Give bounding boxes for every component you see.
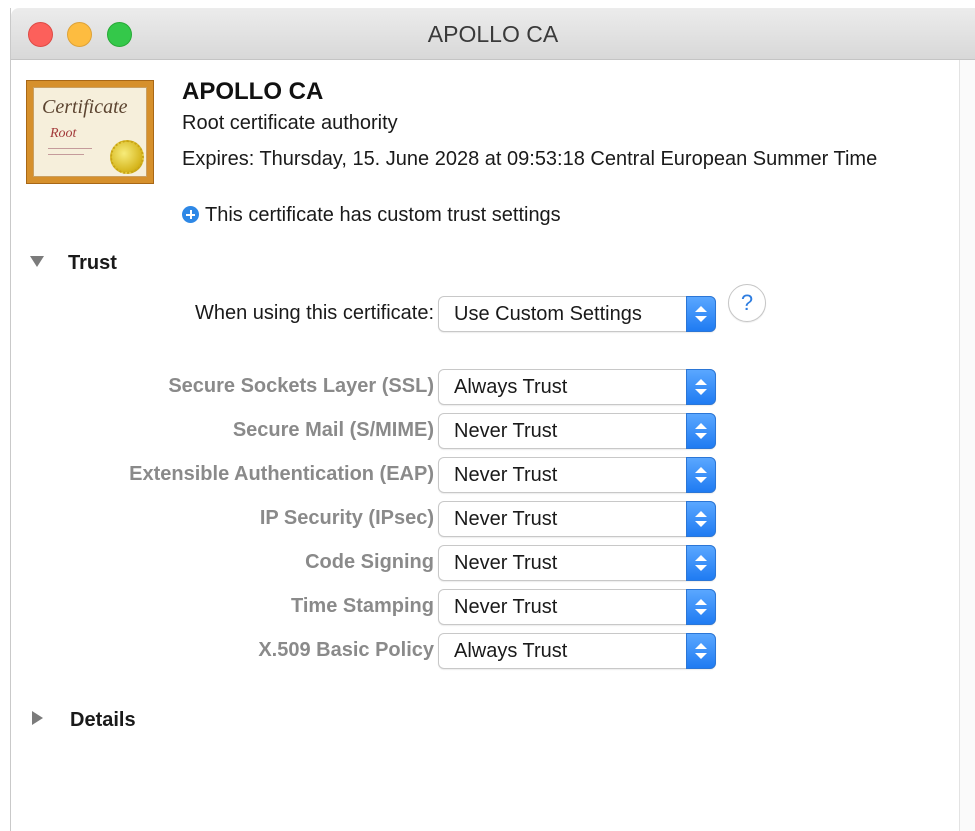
details-section-label: Details <box>70 709 136 731</box>
trust-row-value: Never Trust <box>454 552 558 574</box>
custom-trust-note: This certificate has custom trust settin… <box>182 204 561 227</box>
disclosure-triangle-down-icon[interactable] <box>30 256 44 267</box>
trust-row-label: IP Security (IPsec) <box>259 507 434 529</box>
time-stamping-trust-popup[interactable]: Never Trust <box>438 589 716 625</box>
trust-disclosure[interactable]: Trust <box>30 252 117 275</box>
trust-row-label: X.509 Basic Policy <box>258 639 434 661</box>
smime-trust-popup[interactable]: Never Trust <box>438 413 716 449</box>
certificate-name: APOLLO CA <box>182 78 324 105</box>
certificate-expiry: Expires: Thursday, 15. June 2028 at 09:5… <box>182 148 878 170</box>
details-disclosure[interactable]: Details <box>30 709 136 732</box>
popup-stepper-icon <box>686 633 716 669</box>
x509-trust-popup[interactable]: Always Trust <box>438 633 716 669</box>
certificate-seal-icon <box>110 140 144 174</box>
disclosure-triangle-right-icon[interactable] <box>32 711 43 725</box>
certificate-icon: Certificate Root <box>26 80 154 184</box>
code-signing-trust-popup[interactable]: Never Trust <box>438 545 716 581</box>
trust-row-label: Extensible Authentication (EAP) <box>129 463 434 485</box>
popup-stepper-icon <box>686 457 716 493</box>
popup-stepper-icon <box>686 545 716 581</box>
plus-circle-icon <box>182 206 199 223</box>
ipsec-trust-popup[interactable]: Never Trust <box>438 501 716 537</box>
trust-row-value: Never Trust <box>454 508 558 530</box>
when-using-label: When using this certificate: <box>195 302 434 324</box>
trust-row-value: Always Trust <box>454 640 568 662</box>
scroll-edge <box>959 60 975 831</box>
window-title: APOLLO CA <box>427 21 559 47</box>
trust-row-value: Never Trust <box>454 596 558 618</box>
popup-stepper-icon <box>686 296 716 332</box>
title-bar[interactable]: APOLLO CA <box>11 8 975 60</box>
certificate-icon-root: Root <box>50 126 77 141</box>
eap-trust-popup[interactable]: Never Trust <box>438 457 716 493</box>
when-using-value: Use Custom Settings <box>454 303 642 325</box>
trust-row-label: Secure Sockets Layer (SSL) <box>168 375 434 397</box>
help-button[interactable]: ? <box>728 284 766 322</box>
certificate-kind: Root certificate authority <box>182 112 398 134</box>
trust-row-value: Always Trust <box>454 376 568 398</box>
popup-stepper-icon <box>686 413 716 449</box>
popup-stepper-icon <box>686 369 716 405</box>
trust-section-label: Trust <box>68 252 117 274</box>
trust-row-value: Never Trust <box>454 420 558 442</box>
popup-stepper-icon <box>686 589 716 625</box>
trust-row-label: Code Signing <box>305 551 434 573</box>
popup-stepper-icon <box>686 501 716 537</box>
when-using-popup[interactable]: Use Custom Settings <box>438 296 716 332</box>
custom-trust-note-text: This certificate has custom trust settin… <box>205 204 561 226</box>
trust-row-label: Secure Mail (S/MIME) <box>232 419 434 441</box>
trust-row-label: Time Stamping <box>291 595 434 617</box>
certificate-icon-script: Certificate <box>42 96 128 118</box>
ssl-trust-popup[interactable]: Always Trust <box>438 369 716 405</box>
trust-row-value: Never Trust <box>454 464 558 486</box>
